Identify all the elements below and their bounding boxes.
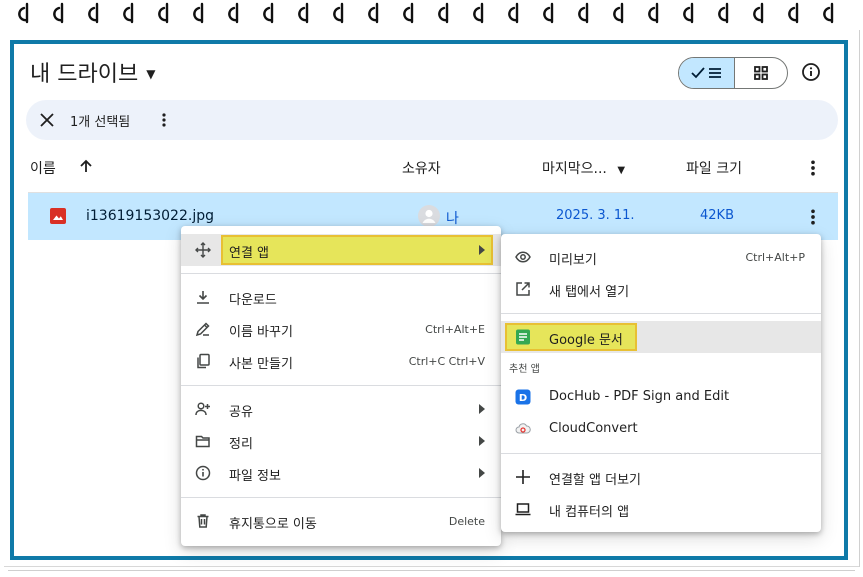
menu-item-label: 정리: [229, 437, 253, 452]
list-icon: [709, 68, 721, 78]
menu-item-trash[interactable]: 휴지통으로 이동 Delete: [181, 505, 501, 537]
menu-item-preview[interactable]: 미리보기 Ctrl+Alt+P: [501, 241, 821, 273]
shortcut-label: Ctrl+C Ctrl+V: [408, 355, 485, 368]
move-arrows-icon: [195, 242, 211, 258]
cloudconvert-icon: [515, 423, 531, 434]
menu-item-label: 파일 정보: [229, 469, 281, 484]
info-icon[interactable]: [800, 61, 822, 83]
menu-item-rename[interactable]: 이름 바꾸기 Ctrl+Alt+E: [181, 313, 501, 345]
page-title[interactable]: 내 드라이브 ▼: [30, 56, 155, 88]
column-header-owner: 소유자: [402, 161, 441, 177]
submenu-arrow-icon: [479, 436, 485, 446]
shortcut-label: Delete: [448, 515, 485, 528]
selection-count: 1개 선택됨: [70, 114, 131, 130]
dochub-icon: D: [515, 389, 531, 405]
menu-item-file-info[interactable]: 파일 정보: [181, 457, 501, 489]
download-icon: [197, 291, 209, 304]
grid-view-button[interactable]: [735, 58, 787, 88]
menu-item-label: 연결 앱: [229, 246, 270, 261]
submenu-arrow-icon: [479, 245, 485, 255]
menu-item-organize[interactable]: 정리: [181, 425, 501, 457]
menu-item-label: Google 문서: [549, 333, 623, 348]
more-vert-icon[interactable]: [806, 209, 820, 225]
grid-icon: [754, 66, 768, 80]
page-title-label: 내 드라이브: [30, 62, 139, 87]
caret-down-icon: ▼: [617, 165, 626, 176]
paper-edge-right: [856, 30, 860, 567]
info-icon: [195, 465, 211, 481]
check-icon: [691, 67, 705, 79]
section-header-suggested: 추천 앱: [509, 364, 540, 375]
arrow-up-icon[interactable]: [78, 158, 94, 174]
open-in-new-icon: [516, 282, 530, 296]
shortcut-label: Ctrl+Alt+E: [425, 323, 485, 336]
menu-item-open-with[interactable]: 연결 앱: [181, 234, 501, 266]
divider: [181, 497, 501, 498]
menu-item-label: 미리보기: [549, 253, 597, 268]
menu-item-label: 휴지통으로 이동: [229, 517, 317, 532]
divider: [501, 453, 821, 454]
list-view-button[interactable]: [679, 58, 735, 88]
divider: [501, 313, 821, 314]
menu-item-label: 공유: [229, 405, 253, 420]
google-docs-icon: [516, 329, 530, 345]
column-header-name[interactable]: 이름: [30, 158, 56, 178]
edit-icon: [195, 322, 210, 337]
column-header-size: 파일 크기: [686, 161, 742, 177]
file-size: 42KB: [700, 208, 734, 223]
menu-item-label: 이름 바꾸기: [229, 325, 293, 340]
menu-item-copy[interactable]: 사본 만들기 Ctrl+C Ctrl+V: [181, 345, 501, 377]
svg-text:D: D: [519, 393, 527, 404]
selection-bar: 1개 선택됨: [26, 100, 838, 140]
file-name: i13619153022.jpg: [86, 208, 214, 224]
person-add-icon: [195, 402, 210, 416]
paper-edge-bottom-2: [8, 570, 855, 575]
owner-name: 나: [446, 211, 459, 227]
menu-item-label: 다운로드: [229, 293, 277, 308]
menu-item-computer-apps[interactable]: 내 컴퓨터의 앱: [501, 493, 821, 525]
menu-item-label: 내 컴퓨터의 앱: [549, 505, 630, 520]
context-menu: 연결 앱 다운로드 이름 바꾸기 Ctrl+Alt+E 사본 만들기 Ctrl+…: [181, 226, 501, 546]
avatar: [418, 205, 440, 227]
laptop-icon: [515, 503, 531, 516]
more-vert-icon[interactable]: [156, 111, 172, 129]
spiral-binding: [0, 0, 863, 34]
shortcut-label: Ctrl+Alt+P: [745, 251, 805, 264]
column-header-modified[interactable]: 마지막으... ▼: [542, 158, 625, 178]
open-with-submenu: 미리보기 Ctrl+Alt+P 새 탭에서 열기 Google 문서 추천 앱 …: [501, 234, 821, 532]
close-icon[interactable]: [38, 111, 56, 129]
menu-item-label: 새 탭에서 열기: [549, 285, 630, 300]
menu-item-label: 연결할 앱 더보기: [549, 473, 641, 488]
image-file-icon: [50, 208, 66, 224]
menu-item-new-tab[interactable]: 새 탭에서 열기: [501, 273, 821, 305]
divider: [181, 273, 501, 274]
column-header-modified-label: 마지막으...: [542, 161, 607, 177]
more-vert-icon[interactable]: [806, 160, 820, 176]
submenu-arrow-icon: [479, 468, 485, 478]
eye-icon: [515, 251, 531, 263]
copy-icon: [197, 353, 210, 369]
menu-item-more-apps[interactable]: 연결할 앱 더보기: [501, 461, 821, 493]
menu-item-label: CloudConvert: [549, 421, 638, 436]
menu-item-label: DocHub - PDF Sign and Edit: [549, 389, 730, 404]
submenu-arrow-icon: [479, 404, 485, 414]
plus-icon: [516, 470, 530, 484]
view-toggle: [678, 57, 788, 89]
menu-item-cloudconvert[interactable]: CloudConvert: [501, 413, 821, 445]
menu-item-dochub[interactable]: D DocHub - PDF Sign and Edit: [501, 381, 821, 413]
caret-down-icon: ▼: [146, 67, 156, 81]
folder-open-icon: [195, 435, 210, 448]
trash-icon: [197, 514, 209, 528]
divider: [181, 385, 501, 386]
modified-date: 2025. 3. 11.: [556, 208, 635, 223]
menu-item-share[interactable]: 공유: [181, 393, 501, 425]
menu-item-download[interactable]: 다운로드: [181, 281, 501, 313]
menu-item-label: 사본 만들기: [229, 357, 293, 372]
menu-item-google-docs[interactable]: Google 문서: [501, 321, 821, 353]
